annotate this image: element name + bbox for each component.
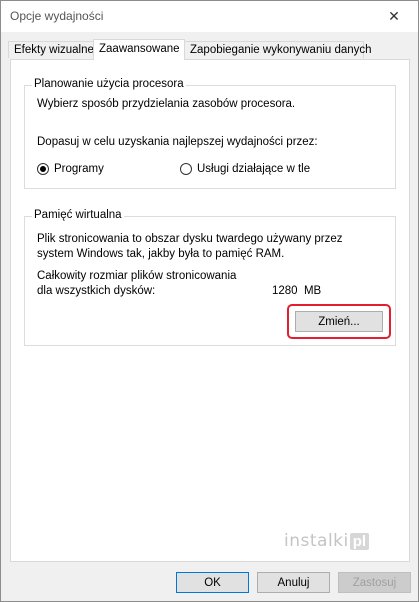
window-title: Opcje wydajności [10,9,104,23]
tab-dep[interactable]: Zapobieganie wykonywaniu danych [184,41,372,58]
watermark-logo: instalki pl [284,529,414,553]
virtual-memory-group: Pamięć wirtualna Plik stronicowania to o… [24,209,396,346]
radio-selected-icon [37,163,49,175]
total-size-label-1: Całkowity rozmiar plików stronicowania [37,270,237,282]
radio-background-services[interactable]: Usługi działające w tle [180,163,310,175]
virtual-memory-title: Pamięć wirtualna [32,209,124,221]
change-button[interactable]: Zmień... [295,311,383,332]
cancel-button[interactable]: Anuluj [257,572,330,593]
watermark-text: instalki [284,531,349,551]
apply-button[interactable]: Zastosuj [338,572,411,593]
advanced-panel: Planowanie użycia procesora Wybierz spos… [10,59,410,562]
watermark-badge: pl [349,532,370,550]
virtual-memory-desc-1: Plik stronicowania to obszar dysku tward… [37,233,343,245]
total-size-value: 1280 MB [272,285,322,297]
tab-visual-effects[interactable]: Efekty wizualne [8,41,94,58]
cpu-description: Wybierz sposób przydzielania zasobów pro… [37,98,296,110]
cpu-scheduling-title: Planowanie użycia procesora [32,78,186,90]
performance-options-window: Opcje wydajności ✕ Efekty wizualne Zaawa… [0,0,419,602]
total-size-label-2: dla wszystkich dysków: [37,285,156,297]
virtual-memory-desc-2: system Windows tak, jakby była to pamięć… [37,248,285,260]
cpu-scheduling-group: Planowanie użycia procesora Wybierz spos… [24,78,396,189]
radio-programs-label: Programy [54,163,104,175]
ok-button[interactable]: OK [176,572,249,593]
radio-programs[interactable]: Programy [37,163,104,175]
radio-background-label: Usługi działające w tle [197,163,311,175]
radio-unselected-icon [180,163,192,175]
title-bar[interactable]: Opcje wydajności ✕ [1,1,418,32]
tab-advanced[interactable]: Zaawansowane [93,39,185,60]
close-icon[interactable]: ✕ [372,1,416,32]
cpu-adjust-label: Dopasuj w celu uzyskania najlepszej wyda… [37,136,318,148]
